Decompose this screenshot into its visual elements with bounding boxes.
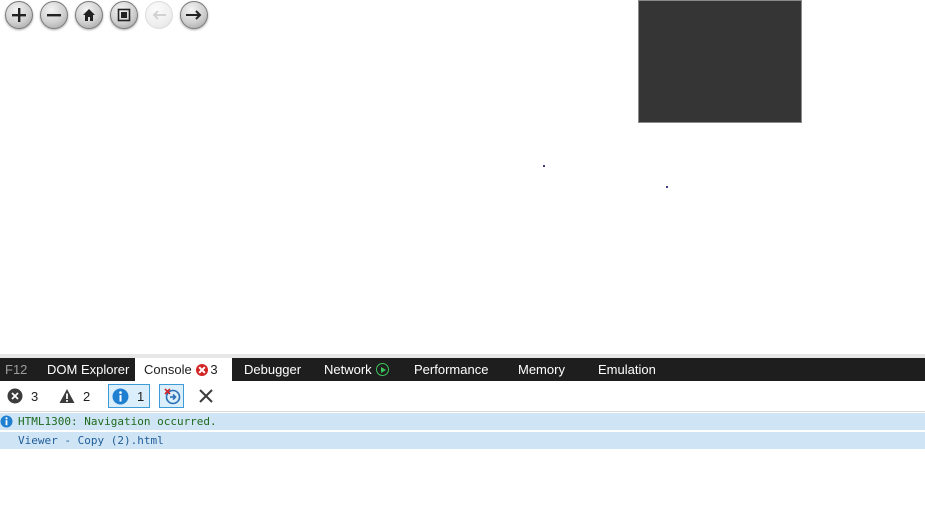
clear-console-button[interactable] [196,384,216,408]
console-source-row[interactable]: Viewer - Copy (2).html [0,432,925,449]
error-icon [195,364,208,376]
devtools-tab-bar: F12 DOM Explorer Console 3 Debugger Netw… [0,358,925,381]
previous-button[interactable] [145,1,173,29]
warnings-filter-button[interactable]: 2 [59,384,90,408]
error-circle-icon [7,388,23,404]
image-dot [666,186,668,188]
image-dot [543,165,545,167]
info-icon [112,388,129,404]
zoom-out-button[interactable] [40,1,68,29]
navigator-thumbnail[interactable] [638,0,802,123]
fullscreen-icon [117,8,131,22]
errors-filter-button[interactable]: 3 [7,384,38,408]
home-button[interactable] [75,1,103,29]
tab-console[interactable]: Console 3 [135,358,232,381]
info-icon [0,415,13,428]
console-message-text: HTML1300: Navigation occurred. [18,415,217,428]
console-message-row[interactable]: HTML1300: Navigation occurred. [0,413,925,430]
arrow-left-icon [152,10,166,20]
messages-count: 1 [137,388,145,404]
close-icon [199,389,213,403]
tab-console-label: Console [144,362,192,377]
next-button[interactable] [180,1,208,29]
tab-emulation[interactable]: Emulation [598,358,656,381]
clear-on-navigate-toggle[interactable] [159,384,184,408]
arrow-right-icon [186,10,202,20]
errors-count: 3 [31,388,39,404]
home-icon [83,9,95,21]
tab-network-label: Network [324,362,372,377]
console-filter-bar: 3 2 1 [0,381,925,412]
messages-filter-button[interactable]: 1 [108,384,150,408]
console-source-link[interactable]: Viewer - Copy (2).html [18,434,164,447]
tab-performance[interactable]: Performance [414,358,488,381]
warnings-count: 2 [83,388,91,404]
tab-dom-explorer[interactable]: DOM Explorer [47,358,129,381]
clear-on-navigate-icon [163,388,180,405]
f12-label: F12 [5,362,28,377]
minus-icon [47,14,61,17]
full-page-button[interactable] [110,1,138,29]
tab-debugger[interactable]: Debugger [244,358,301,381]
plus-icon [12,8,26,22]
zoom-in-button[interactable] [5,1,33,29]
tab-memory[interactable]: Memory [518,358,565,381]
play-icon [375,363,389,376]
console-output: HTML1300: Navigation occurred. Viewer - … [0,413,925,451]
tab-console-error-count: 3 [210,362,218,377]
warning-icon [59,389,75,403]
devtools-panel: F12 DOM Explorer Console 3 Debugger Netw… [0,354,925,506]
tab-network[interactable]: Network [324,358,389,381]
